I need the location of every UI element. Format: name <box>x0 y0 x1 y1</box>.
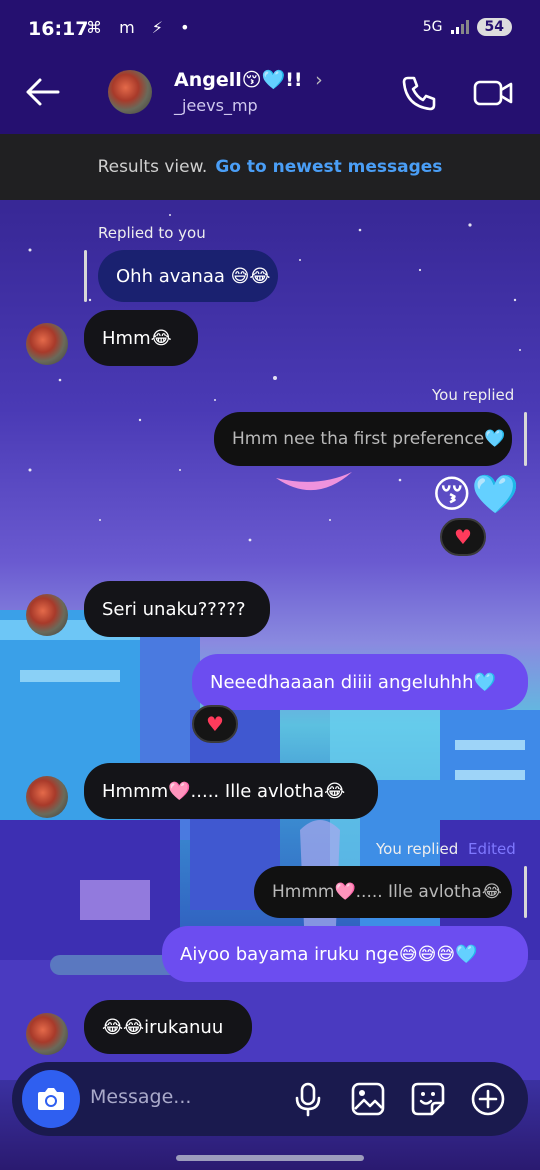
home-indicator <box>176 1155 364 1161</box>
results-view-label: Results view. <box>97 157 208 177</box>
contact-name[interactable]: Angell😚🩵!! › <box>174 68 323 91</box>
message-bubble[interactable]: Hmm😂 <box>84 310 198 366</box>
message-composer: Message... <box>12 1062 528 1136</box>
message-input[interactable]: Message... <box>90 1086 191 1108</box>
heart-reaction-icon[interactable]: ♥ <box>192 705 238 743</box>
chevron-right-icon: › <box>315 69 323 91</box>
notification-icons: ⌘ m ⚡ • <box>86 18 196 37</box>
camera-icon <box>38 1088 64 1110</box>
signal-icon <box>450 20 469 34</box>
reply-indicator-bar <box>524 866 527 918</box>
sender-avatar[interactable] <box>26 1013 68 1055</box>
status-bar: 16:17 ⌘ m ⚡ • 5G 54 <box>0 0 540 60</box>
sticker-icon[interactable] <box>410 1081 446 1117</box>
message-bubble[interactable]: Seri unaku????? <box>84 581 270 637</box>
quoted-message[interactable]: Hmm nee tha first preference🩵 <box>214 412 512 466</box>
chat-header: Angell😚🩵!! › _jeevs_mp <box>0 60 540 134</box>
emoji-message[interactable]: 😚🩵 <box>432 472 519 517</box>
sender-avatar[interactable] <box>26 323 68 365</box>
results-view-banner: Results view. Go to newest messages <box>0 134 540 200</box>
message-bubble[interactable]: Hmmm🩷..... Ille avlotha😂 <box>84 763 378 819</box>
network-type: 5G <box>422 19 443 35</box>
sender-avatar[interactable] <box>26 776 68 818</box>
you-replied-label: You replied <box>432 386 515 404</box>
back-arrow-icon[interactable] <box>22 74 62 110</box>
camera-button[interactable] <box>22 1070 80 1128</box>
add-circle-icon[interactable] <box>470 1081 506 1117</box>
reply-indicator-bar <box>84 250 87 302</box>
heart-reaction-icon[interactable]: ♥ <box>440 518 486 556</box>
contact-avatar[interactable] <box>108 70 152 114</box>
go-to-newest-link[interactable]: Go to newest messages <box>215 157 442 177</box>
city-skyline-background <box>0 610 540 1080</box>
you-replied-label: You replied <box>376 840 459 858</box>
message-bubble[interactable]: Aiyoo bayama iruku nge😅😅😅🩵 <box>162 926 528 982</box>
status-indicators: 5G 54 <box>423 18 512 36</box>
status-time: 16:17 <box>28 18 89 40</box>
message-bubble[interactable]: Neeedhaaaan diiii angeluhhh🩵 <box>192 654 528 710</box>
sender-avatar[interactable] <box>26 594 68 636</box>
quoted-message[interactable]: Hmmm🩷..... Ille avlotha😂 <box>254 866 512 918</box>
edited-label: Edited <box>468 840 516 858</box>
message-bubble[interactable]: 😂😂irukanuu <box>84 1000 252 1054</box>
phone-call-icon[interactable] <box>400 74 438 112</box>
battery-level: 54 <box>476 18 512 36</box>
gallery-icon[interactable] <box>350 1081 386 1117</box>
contact-username: _jeevs_mp <box>174 96 258 115</box>
message-bubble[interactable]: Ohh avanaa 😅😂 <box>98 250 278 302</box>
microphone-icon[interactable] <box>290 1081 326 1117</box>
replied-to-you-label: Replied to you <box>98 224 206 242</box>
video-call-icon[interactable] <box>472 74 514 112</box>
reply-indicator-bar <box>524 412 527 466</box>
